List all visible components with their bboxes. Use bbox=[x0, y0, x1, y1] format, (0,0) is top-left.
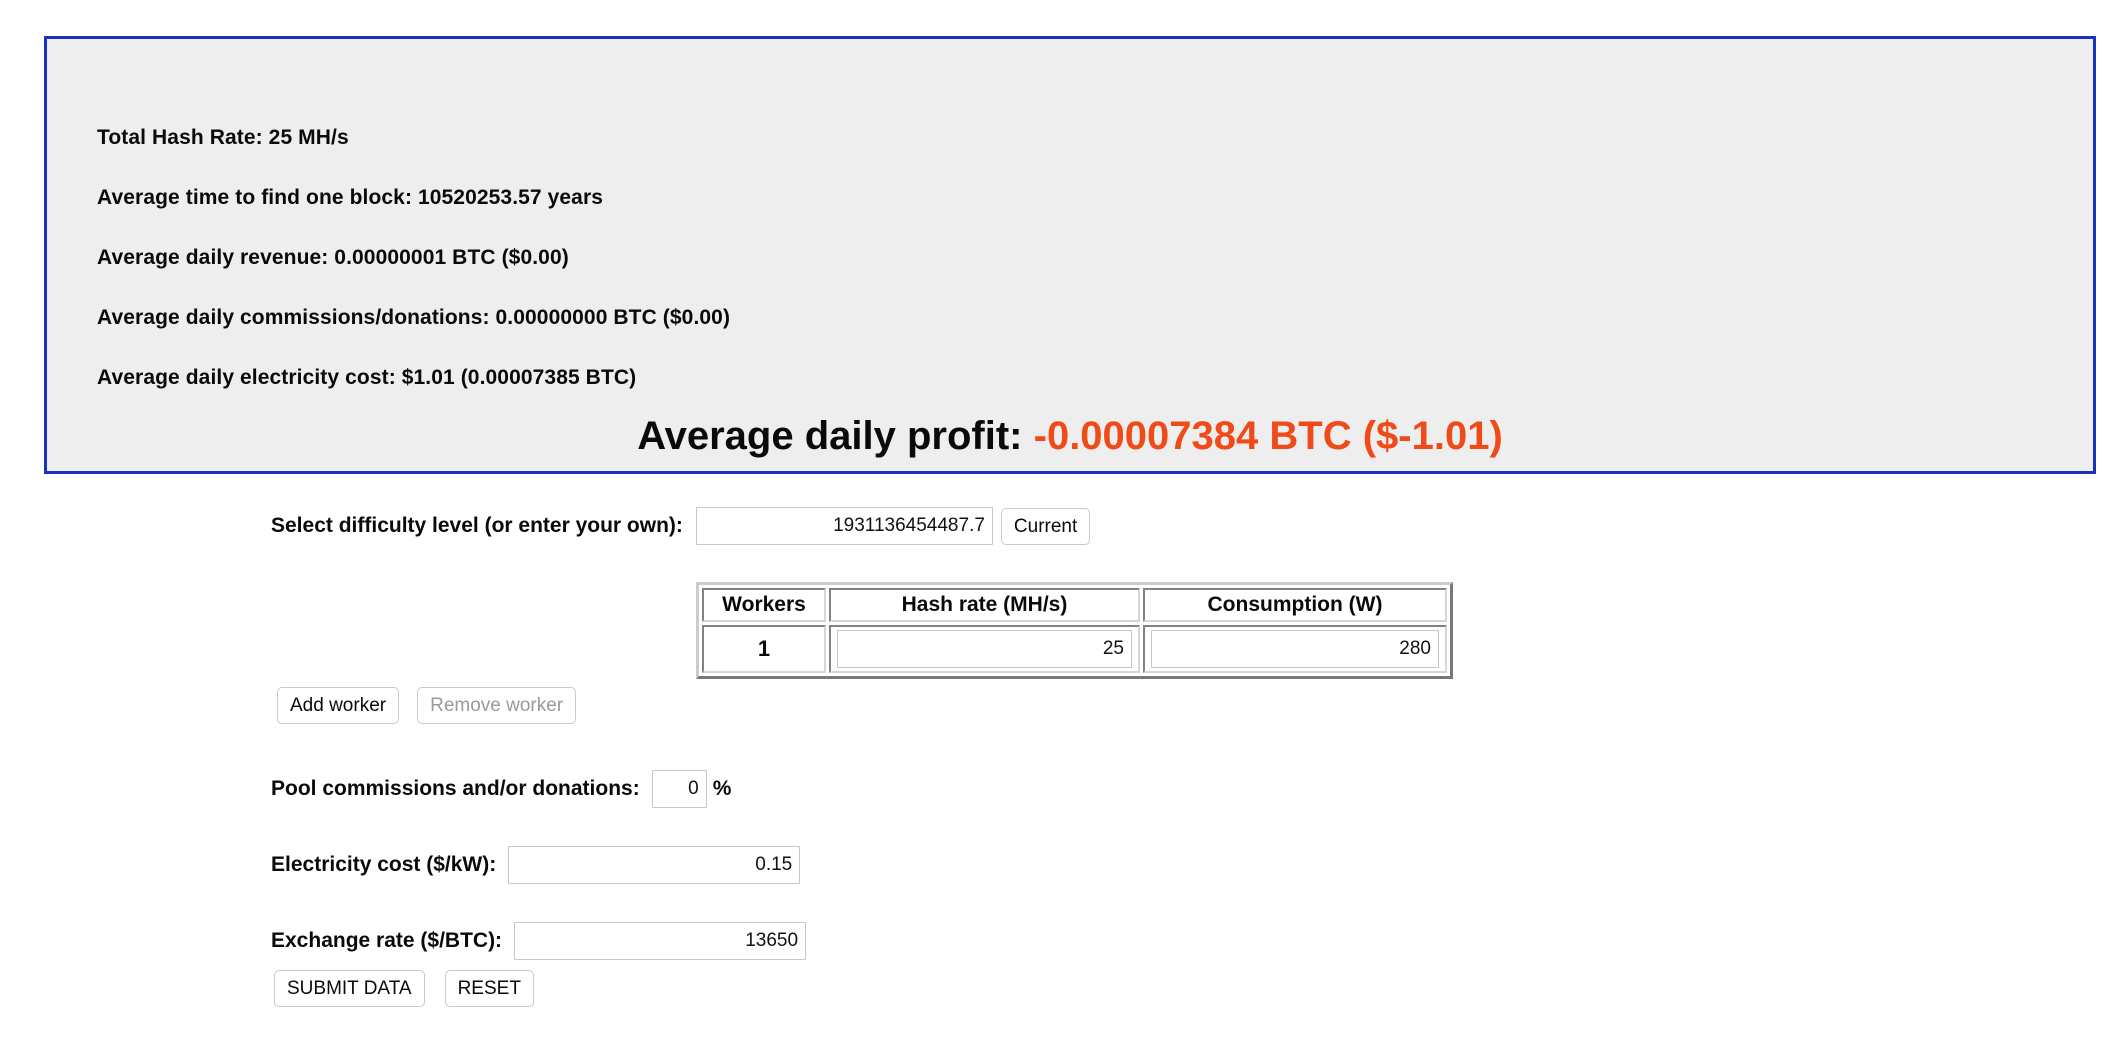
result-average-daily-revenue: Average daily revenue: 0.00000001 BTC ($… bbox=[97, 246, 569, 269]
form-action-buttons: SUBMIT DATA RESET bbox=[274, 970, 534, 1007]
workers-table-header-row: Workers Hash rate (MH/s) Consumption (W) bbox=[702, 588, 1447, 622]
submit-data-button[interactable]: SUBMIT DATA bbox=[274, 970, 425, 1007]
result-average-daily-electricity-cost: Average daily electricity cost: $1.01 (0… bbox=[97, 366, 637, 389]
add-worker-button[interactable]: Add worker bbox=[277, 687, 400, 724]
consumption-column-header: Consumption (W) bbox=[1143, 588, 1447, 622]
electricity-cost-input[interactable] bbox=[508, 846, 801, 884]
result-average-daily-commissions: Average daily commissions/donations: 0.0… bbox=[97, 306, 731, 329]
difficulty-label: Select difficulty level (or enter your o… bbox=[271, 514, 683, 537]
worker-index-cell: 1 bbox=[702, 625, 826, 673]
table-row: 1 bbox=[702, 625, 1447, 673]
worker-consumption-input[interactable] bbox=[1151, 630, 1439, 668]
difficulty-row: Select difficulty level (or enter your o… bbox=[271, 507, 1091, 545]
electricity-cost-row: Electricity cost ($/kW): bbox=[271, 846, 801, 884]
result-total-hash-rate: Total Hash Rate: 25 MH/s bbox=[97, 126, 349, 149]
worker-hash-rate-cell bbox=[829, 625, 1140, 673]
percent-unit-label: % bbox=[712, 777, 732, 800]
difficulty-input[interactable] bbox=[695, 507, 993, 545]
exchange-rate-label: Exchange rate ($/BTC): bbox=[271, 929, 503, 952]
result-average-time-to-find-block: Average time to find one block: 10520253… bbox=[97, 186, 604, 209]
commissions-row: Pool commissions and/or donations: % bbox=[271, 770, 731, 808]
average-daily-profit-row: Average daily profit: -0.00007384 BTC ($… bbox=[47, 414, 2093, 459]
electricity-cost-label: Electricity cost ($/kW): bbox=[271, 853, 497, 876]
hash-rate-column-header: Hash rate (MH/s) bbox=[829, 588, 1140, 622]
reset-button[interactable]: RESET bbox=[444, 970, 534, 1007]
workers-table-container: Workers Hash rate (MH/s) Consumption (W)… bbox=[696, 582, 1453, 679]
remove-worker-button[interactable]: Remove worker bbox=[417, 687, 577, 724]
worker-hash-rate-input[interactable] bbox=[837, 630, 1132, 668]
exchange-rate-input[interactable] bbox=[514, 922, 807, 960]
worker-consumption-cell bbox=[1143, 625, 1447, 673]
commissions-input[interactable] bbox=[651, 770, 707, 808]
workers-column-header: Workers bbox=[702, 588, 826, 622]
average-daily-profit-label: Average daily profit: bbox=[637, 414, 1023, 458]
current-difficulty-button[interactable]: Current bbox=[1000, 507, 1091, 545]
workers-table: Workers Hash rate (MH/s) Consumption (W)… bbox=[696, 582, 1453, 679]
average-daily-profit-value: -0.00007384 BTC ($-1.01) bbox=[1033, 414, 1503, 458]
commissions-label: Pool commissions and/or donations: bbox=[271, 777, 640, 800]
results-panel: Total Hash Rate: 25 MH/s Average time to… bbox=[44, 36, 2096, 474]
exchange-rate-row: Exchange rate ($/BTC): bbox=[271, 922, 807, 960]
worker-buttons-group: Add worker Remove worker bbox=[277, 687, 577, 724]
